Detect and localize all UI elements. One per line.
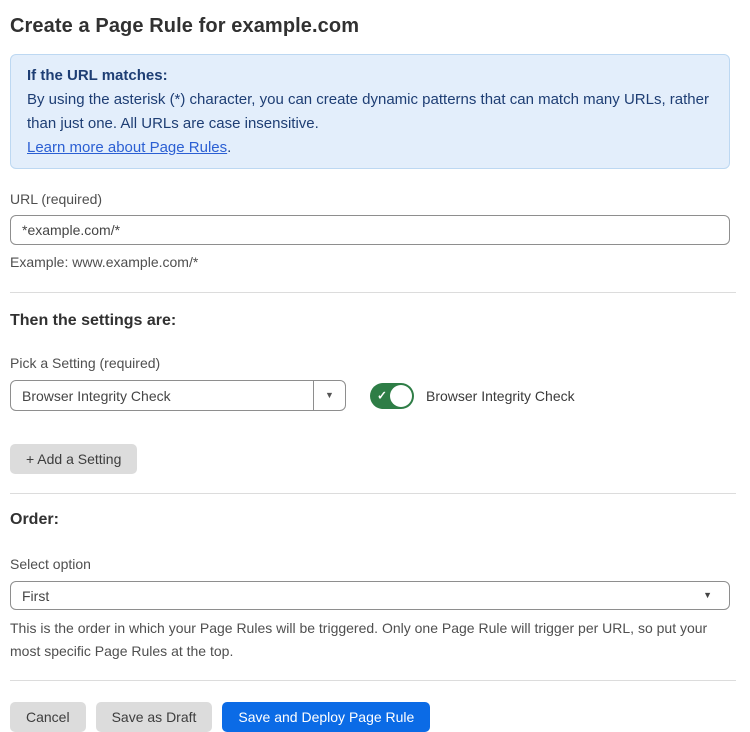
settings-heading: Then the settings are: <box>10 311 736 331</box>
learn-more-page-rules-link[interactable]: Learn more about Page Rules <box>27 139 227 156</box>
chevron-down-icon: ▼ <box>703 591 712 600</box>
order-select-value: First <box>22 588 49 604</box>
check-icon: ✓ <box>377 388 387 402</box>
setting-toggle-label: Browser Integrity Check <box>426 388 575 404</box>
order-select-label: Select option <box>10 555 736 573</box>
pick-setting-label: Pick a Setting (required) <box>10 354 736 372</box>
url-label: URL (required) <box>10 190 736 208</box>
setting-dropdown-value: Browser Integrity Check <box>11 381 313 410</box>
setting-row: Browser Integrity Check ▼ ✓ Browser Inte… <box>10 380 736 411</box>
link-period: . <box>227 139 231 156</box>
setting-dropdown[interactable]: Browser Integrity Check ▼ <box>10 380 346 411</box>
chevron-down-icon[interactable]: ▼ <box>313 381 345 410</box>
url-match-info-box: If the URL matches: By using the asteris… <box>10 54 730 169</box>
save-and-deploy-button[interactable]: Save and Deploy Page Rule <box>222 702 430 732</box>
footer-divider <box>10 680 736 681</box>
url-input[interactable] <box>10 215 730 245</box>
create-page-rule-form: Create a Page Rule for example.com If th… <box>0 0 750 732</box>
page-title: Create a Page Rule for example.com <box>10 13 736 39</box>
save-as-draft-button[interactable]: Save as Draft <box>96 702 213 732</box>
section-divider <box>10 292 736 293</box>
info-box-heading: If the URL matches: <box>27 64 713 88</box>
footer-actions: Cancel Save as Draft Save and Deploy Pag… <box>10 702 736 732</box>
setting-toggle-switch[interactable]: ✓ <box>370 383 414 409</box>
section-divider <box>10 493 736 494</box>
order-select[interactable]: First ▼ <box>10 581 730 610</box>
url-example-text: Example: www.example.com/* <box>10 251 736 274</box>
info-box-body: By using the asterisk (*) character, you… <box>27 88 713 136</box>
toggle-knob <box>390 385 412 407</box>
order-heading: Order: <box>10 510 736 530</box>
info-box-link-line: Learn more about Page Rules. <box>27 136 713 160</box>
order-help-text: This is the order in which your Page Rul… <box>10 617 736 663</box>
cancel-button[interactable]: Cancel <box>10 702 86 732</box>
add-setting-button[interactable]: + Add a Setting <box>10 444 137 474</box>
